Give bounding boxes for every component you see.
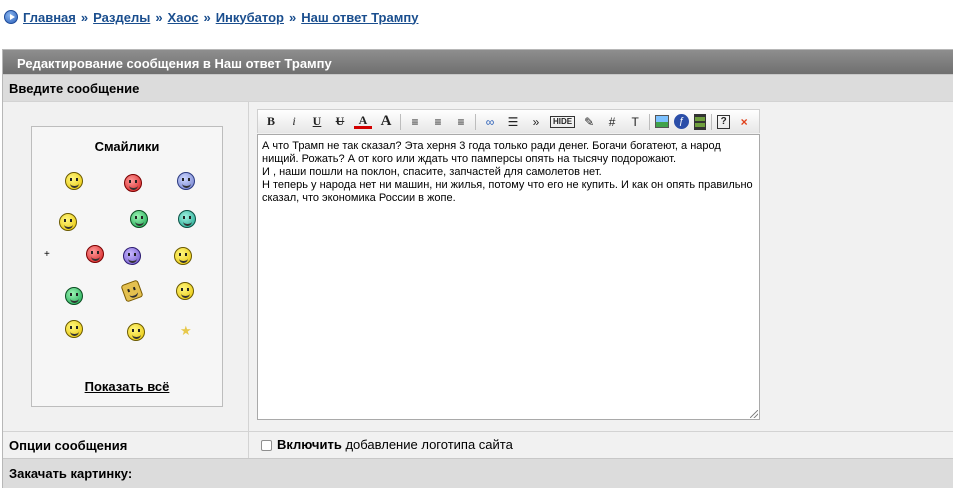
breadcrumb-topic[interactable]: Наш ответ Трампу <box>301 10 418 25</box>
message-textarea[interactable]: А что Трамп не так сказал? Эта херня 3 г… <box>257 134 760 420</box>
clapping-hands-icon[interactable] <box>120 279 144 303</box>
edit-post-form: Редактирование сообщения в Наш ответ Тра… <box>2 49 953 488</box>
gun-smiley-icon[interactable] <box>130 210 148 228</box>
message-editor: B i U U A A ≡ ≡ ≡ ∞ ☰ » HIDE ✎ # T ƒ ? ×… <box>257 109 760 420</box>
hash-button[interactable]: # <box>603 113 621 131</box>
resize-handle-icon[interactable] <box>750 410 758 418</box>
toolbar-divider <box>475 113 476 130</box>
smilies-panel: Смайлики + Показать всё <box>31 126 223 407</box>
plus-marker: + <box>44 249 50 260</box>
add-logo-rest: добавление логотипа сайта <box>341 437 513 452</box>
monospace-button[interactable]: T <box>626 113 644 131</box>
font-size-button[interactable]: A <box>377 113 395 131</box>
text-color-button[interactable]: A <box>354 114 372 129</box>
guitar-smiley-icon[interactable] <box>174 247 192 265</box>
help-button[interactable]: ? <box>717 114 731 129</box>
home-arrow-icon[interactable] <box>4 10 18 24</box>
editor-toolbar: B i U U A A ≡ ≡ ≡ ∞ ☰ » HIDE ✎ # T ƒ ? × <box>257 109 760 133</box>
show-all-smilies-link[interactable]: Показать всё <box>32 379 222 394</box>
breadcrumb-sections[interactable]: Разделы <box>93 10 150 25</box>
align-left-icon[interactable]: ≡ <box>406 113 424 131</box>
crying-smiley-icon[interactable] <box>177 172 195 190</box>
breadcrumb-home[interactable]: Главная <box>23 10 76 25</box>
flash-icon[interactable]: ƒ <box>674 114 690 129</box>
breadcrumb-separator: » <box>288 9 297 25</box>
hide-button[interactable]: HIDE <box>550 115 576 128</box>
italic-button[interactable]: i <box>285 113 303 131</box>
close-icon[interactable]: × <box>735 113 753 131</box>
breadcrumb-chaos[interactable]: Хаос <box>168 10 199 25</box>
align-center-icon[interactable]: ≡ <box>429 113 447 131</box>
toolbar-divider <box>711 113 713 130</box>
video-icon[interactable] <box>694 113 707 130</box>
bold-button[interactable]: B <box>262 113 280 131</box>
page: Главная » Разделы » Хаос » Инкубатор » Н… <box>0 0 953 488</box>
shooting-smiley-icon[interactable] <box>86 245 104 263</box>
align-right-icon[interactable]: ≡ <box>452 113 470 131</box>
editor-cell: B i U U A A ≡ ≡ ≡ ∞ ☰ » HIDE ✎ # T ƒ ? ×… <box>249 101 953 431</box>
breadcrumb: Главная » Разделы » Хаос » Инкубатор » Н… <box>4 8 418 26</box>
sick-smiley-icon[interactable] <box>178 210 196 228</box>
edit-pencil-icon[interactable]: ✎ <box>580 113 598 131</box>
shy-smiley-icon[interactable] <box>65 287 83 305</box>
options-label-cell: Опции сообщения <box>3 431 249 458</box>
smilies-cell: Смайлики + Показать всё <box>3 101 249 431</box>
pointing-smiley-icon[interactable] <box>123 247 141 265</box>
shocked-smiley-icon[interactable] <box>127 323 145 341</box>
image-icon[interactable] <box>655 115 670 128</box>
link-icon[interactable]: ∞ <box>481 113 499 131</box>
more-button[interactable]: » <box>527 113 545 131</box>
options-cell: Включить добавление логотипа сайта <box>249 431 953 458</box>
add-logo-label[interactable]: Включить добавление логотипа сайта <box>277 437 513 452</box>
toolbar-divider <box>400 113 401 130</box>
enter-message-label: Введите сообщение <box>3 74 953 101</box>
toolbar-divider <box>649 113 651 130</box>
breadcrumb-separator: » <box>80 9 89 25</box>
cool-smiley-icon[interactable] <box>65 172 83 190</box>
message-options-label: Опции сообщения <box>9 438 128 453</box>
strikethrough-button[interactable]: U <box>331 113 349 131</box>
underline-button[interactable]: U <box>308 113 326 131</box>
breadcrumb-separator: » <box>155 9 163 25</box>
form-header: Редактирование сообщения в Наш ответ Тра… <box>3 50 953 74</box>
breadcrumb-incubator[interactable]: Инкубатор <box>216 10 284 25</box>
upload-image-label: Закачать картинку: <box>3 458 953 488</box>
cheerleader-smiley-icon[interactable] <box>176 282 194 300</box>
add-logo-checkbox[interactable] <box>261 440 272 451</box>
breadcrumb-separator: » <box>203 9 211 25</box>
add-logo-bold: Включить <box>277 437 342 452</box>
smilies-title: Смайлики <box>94 139 160 154</box>
thinking-smiley-icon[interactable] <box>59 213 77 231</box>
lol-smiley-icon[interactable] <box>65 320 83 338</box>
star-icon[interactable] <box>180 323 192 339</box>
love-smiley-icon[interactable] <box>124 174 142 192</box>
list-icon[interactable]: ☰ <box>504 113 522 131</box>
